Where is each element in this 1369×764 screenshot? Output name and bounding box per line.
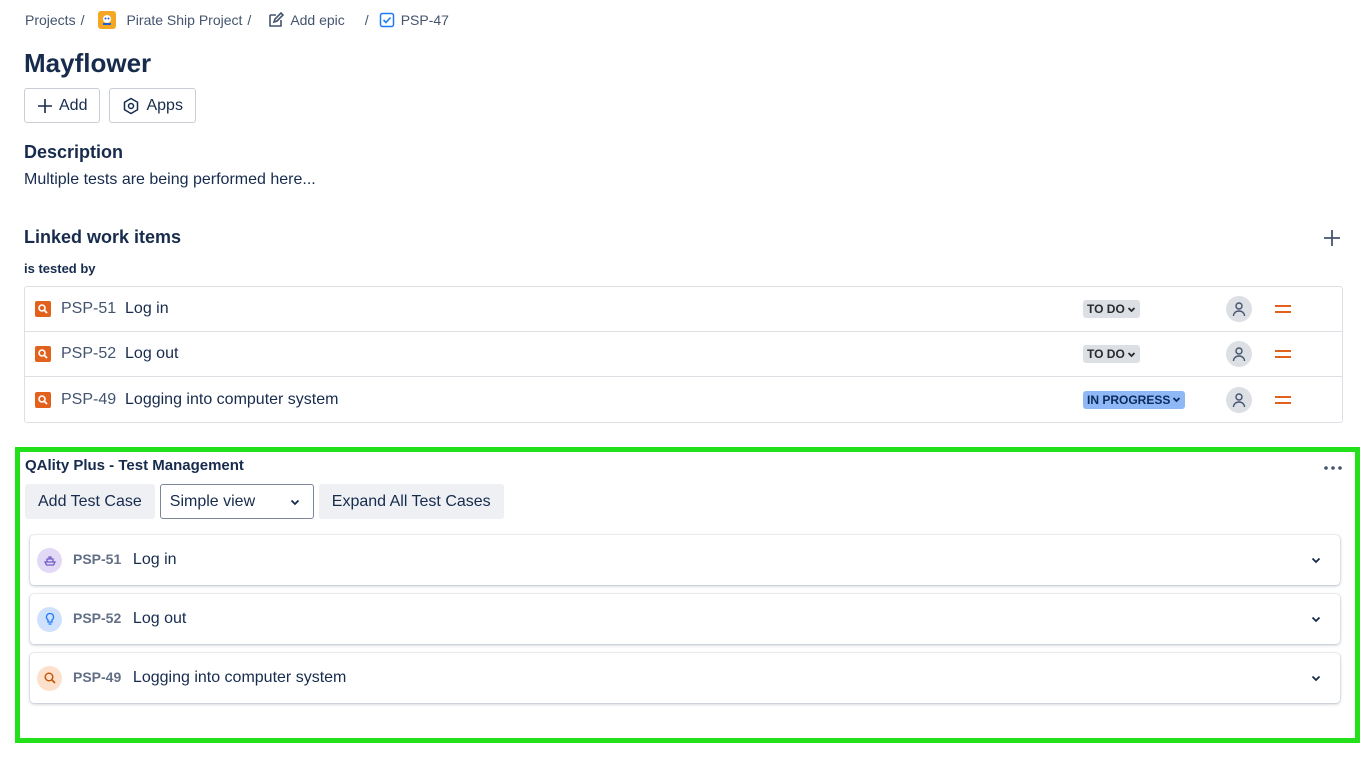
breadcrumb: Projects / Pirate Ship Project / Add epi… xyxy=(25,10,449,30)
assignee-avatar[interactable] xyxy=(1226,386,1252,413)
page-title[interactable]: Mayflower xyxy=(24,48,151,79)
description-text[interactable]: Multiple tests are being performed here.… xyxy=(24,171,316,189)
add-link-plus-icon[interactable] xyxy=(1322,228,1342,248)
qality-toolbar: Add Test Case Simple view Expand All Tes… xyxy=(25,484,504,519)
test-case-key: PSP-51 Log in xyxy=(73,551,177,568)
priority-medium-icon[interactable] xyxy=(1274,394,1292,406)
breadcrumb-separator: / xyxy=(247,12,252,28)
priority-medium-icon[interactable] xyxy=(1274,348,1292,360)
issue-summary: Log out xyxy=(125,345,179,362)
test-case-key: PSP-52 Log out xyxy=(73,610,187,627)
status-dropdown[interactable]: TO DO xyxy=(1083,345,1140,363)
bug-search-icon xyxy=(35,346,51,362)
qality-panel: QAlity Plus - Test Management Add Test C… xyxy=(15,447,1360,743)
breadcrumb-projects[interactable]: Projects xyxy=(25,12,76,28)
issue-summary: Logging into computer system xyxy=(125,390,339,408)
edit-icon xyxy=(269,11,285,27)
chevron-down-icon xyxy=(1127,306,1135,312)
issue-summary: Log in xyxy=(125,300,169,317)
linked-item-row[interactable]: PSP-49 Logging into computer system IN P… xyxy=(25,377,1342,422)
apps-button[interactable]: Apps xyxy=(109,88,196,123)
issue-key[interactable]: PSP-49 Logging into computer system xyxy=(61,391,338,409)
bug-search-icon xyxy=(35,391,51,408)
task-checkbox-icon xyxy=(379,12,394,28)
test-case-summary: Log out xyxy=(132,610,187,627)
view-select[interactable]: Simple view xyxy=(159,484,314,519)
description-heading: Description xyxy=(24,142,124,162)
user-icon xyxy=(1232,392,1246,407)
plus-icon xyxy=(38,98,52,113)
assignee-avatar[interactable] xyxy=(1226,296,1252,322)
chevron-down-icon xyxy=(290,499,299,505)
search-icon xyxy=(37,665,62,691)
status-dropdown[interactable]: TO DO xyxy=(1083,300,1140,318)
assignee-avatar[interactable] xyxy=(1226,341,1252,367)
add-button[interactable]: Add xyxy=(24,88,101,123)
test-case-summary: Logging into computer system xyxy=(132,669,347,686)
project-avatar-icon xyxy=(98,11,117,29)
user-icon xyxy=(1232,302,1246,317)
link-relation-label: is tested by xyxy=(24,261,96,276)
test-case-summary: Log in xyxy=(132,551,177,568)
breadcrumb-separator: / xyxy=(80,12,85,28)
linked-item-row[interactable]: PSP-52 Log out TO DO xyxy=(25,332,1342,377)
priority-medium-icon[interactable] xyxy=(1274,303,1292,315)
linked-work-items-list: PSP-51 Log in TO DO PSP-52 Log out TO DO… xyxy=(24,286,1343,423)
breadcrumb-separator: / xyxy=(364,12,369,28)
linked-item-row[interactable]: PSP-51 Log in TO DO xyxy=(25,287,1342,332)
ship-icon xyxy=(37,547,62,573)
qality-panel-title: QAlity Plus - Test Management xyxy=(25,457,244,474)
chevron-down-icon[interactable] xyxy=(1310,613,1322,625)
chevron-down-icon[interactable] xyxy=(1310,554,1322,566)
issue-key[interactable]: PSP-52 Log out xyxy=(61,345,178,363)
chevron-down-icon xyxy=(1173,397,1181,403)
add-test-case-button[interactable]: Add Test Case xyxy=(25,484,155,519)
user-icon xyxy=(1232,347,1246,362)
linked-work-items-heading: Linked work items xyxy=(24,227,182,247)
action-buttons: Add Apps xyxy=(24,88,196,123)
apps-icon xyxy=(124,97,139,114)
breadcrumb-add-epic[interactable]: Add epic xyxy=(267,11,345,29)
breadcrumb-project[interactable]: Pirate Ship Project xyxy=(94,11,242,29)
test-case-key: PSP-49 Logging into computer system xyxy=(73,669,347,686)
bug-search-icon xyxy=(35,301,51,317)
test-case-card[interactable]: PSP-52 Log out xyxy=(30,594,1340,644)
status-dropdown[interactable]: IN PROGRESS xyxy=(1083,390,1186,409)
more-options-icon[interactable] xyxy=(1323,460,1343,476)
lightbulb-icon xyxy=(37,606,62,632)
chevron-down-icon[interactable] xyxy=(1310,672,1322,684)
test-case-card[interactable]: PSP-49 Logging into computer system xyxy=(30,653,1340,703)
issue-key[interactable]: PSP-51 Log in xyxy=(61,300,169,318)
chevron-down-icon xyxy=(1127,351,1135,357)
expand-all-test-cases-button[interactable]: Expand All Test Cases xyxy=(318,484,504,519)
test-case-card[interactable]: PSP-51 Log in xyxy=(30,535,1340,585)
breadcrumb-issue[interactable]: PSP-47 xyxy=(379,12,449,28)
